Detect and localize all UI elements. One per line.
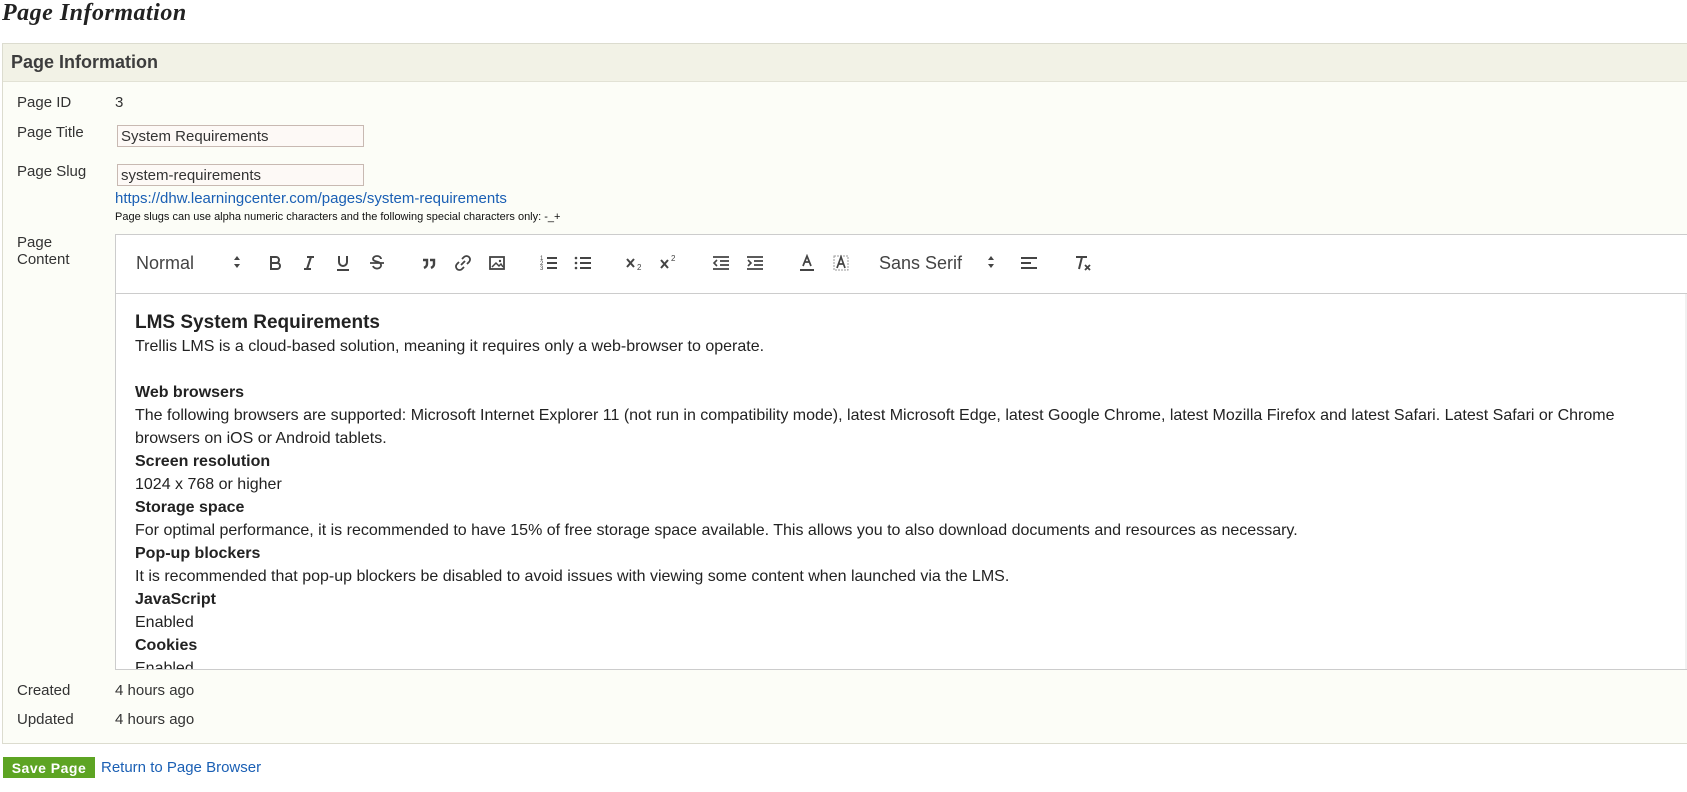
ordered-list-icon[interactable]: 123 — [538, 250, 560, 276]
updated-label: Updated — [17, 711, 74, 728]
superscript-icon[interactable]: 2 — [658, 250, 680, 276]
updated-value: 4 hours ago — [115, 711, 195, 728]
page-content-label-line-2: Content — [17, 251, 70, 268]
bullet-list-icon[interactable] — [572, 250, 594, 276]
page-id-label: Page ID — [17, 94, 72, 111]
subscript-icon[interactable]: 2 — [624, 250, 646, 276]
align-icon[interactable] — [1018, 250, 1040, 276]
section-title: Web browsers — [135, 384, 245, 401]
page-title-input[interactable] — [117, 125, 364, 147]
page-slug-label: Page Slug — [17, 163, 87, 180]
rich-text-editor: Normal 1 2 3 2 2 Sans Serif LMS System R… — [115, 234, 1687, 670]
svg-text:2: 2 — [671, 254, 676, 263]
indent-icon[interactable] — [744, 250, 766, 276]
section-title: JavaScript — [135, 591, 216, 608]
background-color-icon[interactable] — [830, 250, 852, 276]
return-to-page-browser-link[interactable]: Return to Page Browser — [101, 759, 261, 776]
section-title: Cookies — [135, 637, 198, 654]
link-icon[interactable] — [452, 250, 474, 276]
created-label: Created — [17, 682, 71, 699]
section-body: 1024 x 768 or higher — [135, 476, 282, 493]
font-family-picker[interactable]: Sans Serif — [879, 250, 999, 276]
svg-text:2: 2 — [637, 263, 642, 272]
underline-icon[interactable] — [332, 250, 354, 276]
section-title: Pop-up blockers — [135, 545, 261, 562]
italic-icon[interactable] — [298, 250, 320, 276]
text-color-icon[interactable] — [796, 250, 818, 276]
page-heading: Page Information — [2, 0, 187, 26]
bold-icon[interactable] — [264, 250, 286, 276]
section-title: Storage space — [135, 499, 245, 516]
page-information-panel: Page Information Page ID 3 Page Title Pa… — [2, 43, 1687, 744]
section-body: For optimal performance, it is recommend… — [135, 522, 1298, 539]
section-title: Screen resolution — [135, 453, 271, 470]
image-icon[interactable] — [486, 250, 508, 276]
editor-content[interactable]: LMS System Requirements Trellis LMS is a… — [116, 294, 1687, 669]
section-body: Enabled — [135, 614, 194, 631]
header-format-value: Normal — [136, 252, 195, 273]
svg-text:3: 3 — [540, 266, 544, 272]
created-value: 4 hours ago — [115, 682, 195, 699]
chevron-updown-icon — [233, 254, 241, 270]
chevron-updown-icon — [987, 254, 995, 270]
page-content-label-line-1: Page — [17, 234, 53, 251]
header-format-picker[interactable]: Normal — [136, 250, 246, 276]
content-heading: LMS System Requirements — [135, 312, 380, 333]
strikethrough-icon[interactable] — [366, 250, 388, 276]
page-id-value: 3 — [115, 94, 124, 111]
clear-formatting-icon[interactable] — [1072, 250, 1094, 276]
page-slug-input[interactable] — [117, 164, 364, 186]
editor-toolbar: Normal 1 2 3 2 2 Sans Serif — [116, 235, 1687, 294]
slug-help-text: Page slugs can use alpha numeric charact… — [115, 211, 561, 223]
blockquote-icon[interactable] — [418, 250, 440, 276]
outdent-icon[interactable] — [710, 250, 732, 276]
page-slug-url-link[interactable]: https://dhw.learningcenter.com/pages/sys… — [115, 190, 507, 207]
font-family-value: Sans Serif — [879, 252, 963, 273]
save-page-button[interactable]: Save Page — [3, 757, 95, 778]
content-intro: Trellis LMS is a cloud-based solution, m… — [135, 338, 765, 355]
section-body: Enabled — [135, 660, 194, 669]
section-body: It is recommended that pop-up blockers b… — [135, 568, 1010, 585]
section-body: The following browsers are supported: Mi… — [135, 407, 1615, 447]
page-title-label: Page Title — [17, 124, 84, 141]
panel-title: Page Information — [3, 44, 1687, 82]
